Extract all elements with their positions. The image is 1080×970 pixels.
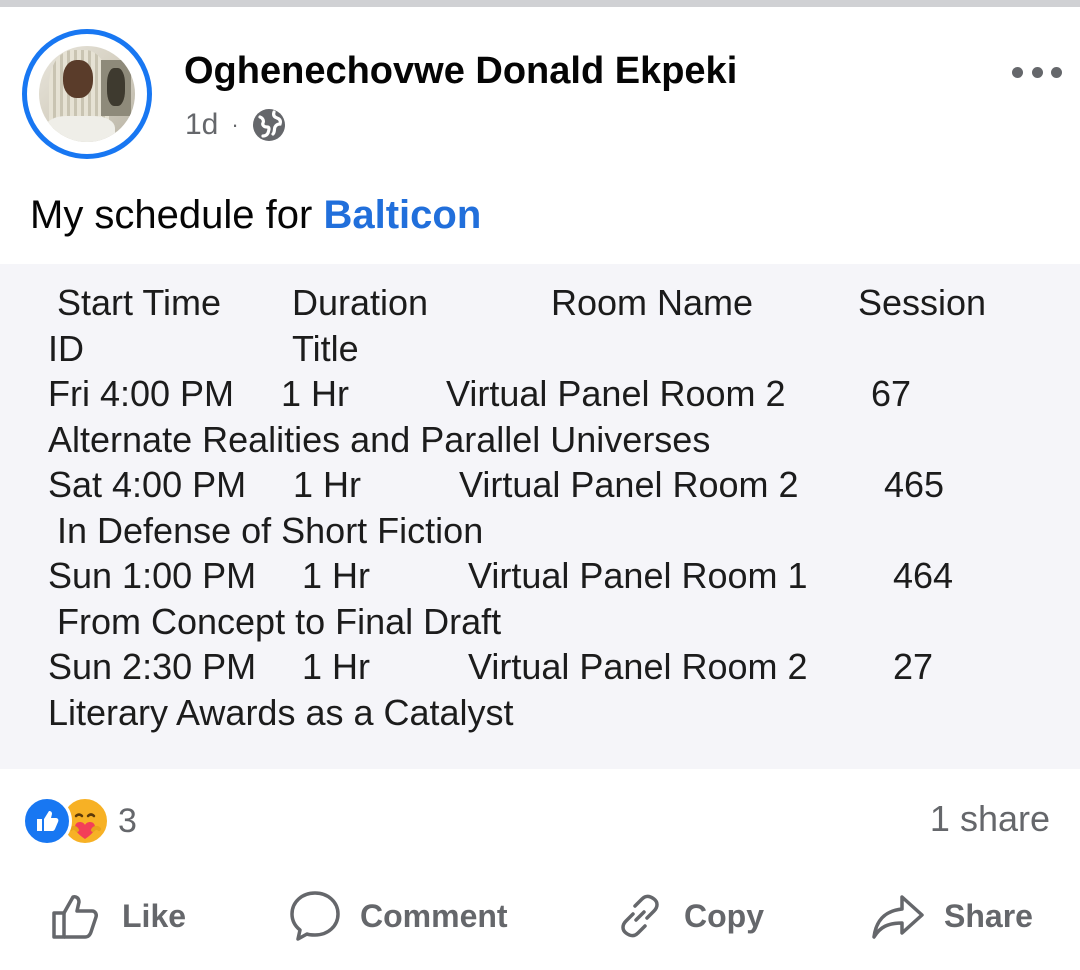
row-duration: 1 Hr: [293, 464, 362, 505]
row-start: Sun 2:30 PM: [48, 646, 257, 687]
header-title: Title: [292, 328, 359, 369]
row-id: 464: [893, 555, 954, 596]
schedule-block: Start Time Duration Room Name Session ID…: [0, 264, 1080, 769]
row-title: Literary Awards as a Catalyst: [48, 692, 514, 733]
header-duration: Duration: [292, 282, 429, 323]
header-session: Session: [858, 282, 987, 323]
comment-button[interactable]: Comment: [288, 880, 508, 952]
header-start-time: Start Time: [57, 282, 222, 323]
share-button[interactable]: Share: [870, 880, 1033, 952]
post-meta: 1d ·: [185, 105, 286, 145]
globe-icon[interactable]: [252, 108, 286, 142]
row-title: From Concept to Final Draft: [57, 601, 502, 642]
row-title: Alternate Realities and Parallel Univers…: [48, 419, 711, 460]
row-id: 465: [884, 464, 945, 505]
row-duration: 1 Hr: [281, 373, 350, 414]
post-time[interactable]: 1d: [185, 108, 218, 142]
share-label: Share: [944, 897, 1033, 934]
comment-icon: [288, 889, 342, 943]
share-count[interactable]: 1 share: [930, 798, 1050, 840]
header-id: ID: [48, 328, 84, 369]
row-room: Virtual Panel Room 2: [468, 646, 808, 687]
profile-avatar-ring[interactable]: [22, 29, 152, 159]
copy-button[interactable]: Copy: [614, 880, 764, 952]
top-divider: [0, 0, 1080, 7]
comment-label: Comment: [360, 897, 508, 934]
link-icon: [614, 890, 666, 942]
like-label: Like: [122, 897, 187, 934]
post-text: My schedule for Balticon: [30, 193, 481, 238]
row-start: Fri 4:00 PM: [48, 373, 235, 414]
post-text-prefix: My schedule for: [30, 193, 324, 237]
like-reaction-icon: [22, 796, 72, 846]
row-room: Virtual Panel Room 1: [468, 555, 808, 596]
row-id: 67: [871, 373, 912, 414]
share-icon: [870, 891, 926, 941]
meta-separator: ·: [231, 112, 239, 137]
row-room: Virtual Panel Room 2: [459, 464, 799, 505]
like-icon: [50, 891, 104, 941]
like-button[interactable]: Like: [50, 880, 186, 952]
copy-label: Copy: [684, 897, 764, 934]
reaction-count[interactable]: 3: [118, 802, 137, 841]
more-dots-icon[interactable]: [1012, 62, 1062, 82]
author-name[interactable]: Oghenechovwe Donald Ekpeki: [184, 50, 737, 93]
row-id: 27: [893, 646, 934, 687]
balticon-link[interactable]: Balticon: [323, 193, 481, 237]
row-duration: 1 Hr: [302, 646, 371, 687]
row-room: Virtual Panel Room 2: [446, 373, 786, 414]
row-start: Sun 1:00 PM: [48, 555, 257, 596]
avatar[interactable]: [39, 46, 135, 142]
row-duration: 1 Hr: [302, 555, 371, 596]
action-bar: Like Comment Copy Share: [0, 880, 1080, 952]
header-room-name: Room Name: [551, 282, 754, 323]
reactions-summary[interactable]: 3: [22, 796, 137, 846]
row-start: Sat 4:00 PM: [48, 464, 247, 505]
row-title: In Defense of Short Fiction: [57, 510, 484, 551]
